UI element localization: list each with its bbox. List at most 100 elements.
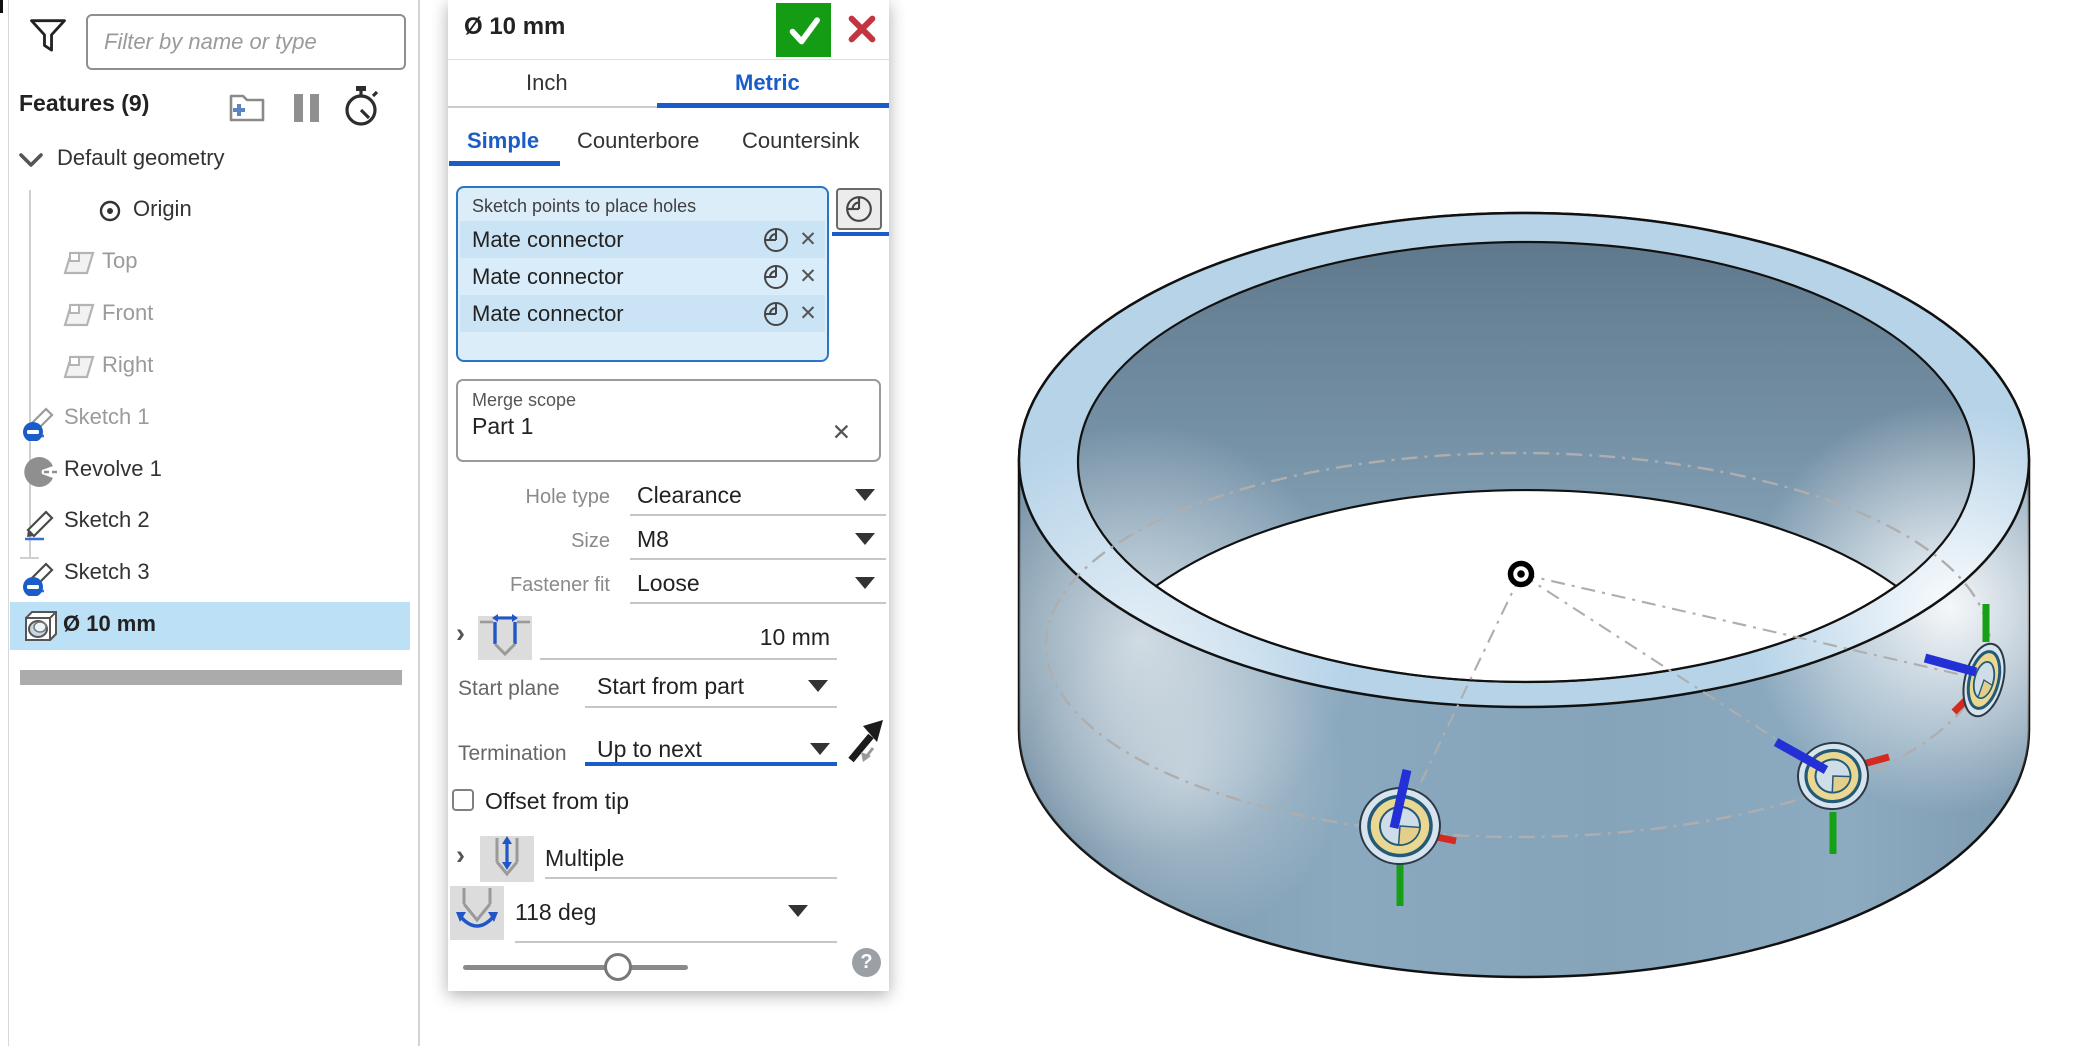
selection-row-label: Mate connector — [472, 300, 624, 326]
selection-row-mate-connector[interactable]: Mate connector ✕ — [460, 295, 825, 332]
tree-item-top-plane[interactable]: Top — [0, 237, 420, 287]
hole-feature-icon — [25, 611, 57, 641]
tree-item-label: Revolve 1 — [64, 456, 162, 481]
tip-angle-select[interactable]: 118 deg — [515, 899, 596, 926]
field-underline — [585, 706, 837, 708]
field-underline — [540, 658, 837, 660]
mate-connector-mode-underline — [832, 232, 889, 236]
dropdown-caret-icon[interactable] — [855, 533, 875, 545]
tab-counterbore[interactable]: Counterbore — [577, 128, 699, 154]
tree-item-default-geometry[interactable]: Default geometry — [0, 134, 420, 184]
tree-item-label: Sketch 1 — [64, 404, 150, 429]
merge-scope-field[interactable]: Merge scope Part 1 ✕ — [456, 379, 881, 462]
origin-icon — [99, 200, 121, 222]
selection-list-label: Sketch points to place holes — [472, 196, 697, 216]
sketch-icon — [25, 510, 54, 541]
dropdown-caret-icon[interactable] — [810, 743, 830, 755]
check-icon — [789, 17, 820, 45]
active-tab-underline — [449, 161, 560, 166]
tab-metric[interactable]: Metric — [735, 70, 800, 96]
expand-chevron-icon[interactable]: › — [456, 840, 465, 871]
tree-item-label: Sketch 2 — [64, 507, 150, 532]
selection-row-mate-connector[interactable]: Mate connector ✕ — [460, 258, 825, 295]
selection-row-label: Mate connector — [472, 226, 624, 252]
dropdown-caret-icon[interactable] — [788, 905, 808, 917]
window-corner-tick — [0, 0, 3, 13]
size-label: Size — [571, 530, 610, 552]
dropdown-caret-icon[interactable] — [855, 577, 875, 589]
selection-row-mate-connector[interactable]: Mate connector ✕ — [460, 221, 825, 258]
origin-marker[interactable] — [1507, 560, 1535, 588]
tree-item-sketch1[interactable]: Sketch 1 — [0, 393, 420, 443]
x-icon — [848, 15, 876, 43]
mate-connector-icon — [764, 301, 788, 326]
termination-label: Termination — [458, 742, 567, 765]
start-plane-label: Start plane — [458, 677, 560, 700]
flip-direction-icon[interactable] — [843, 716, 887, 768]
ring-part[interactable] — [925, 211, 2086, 979]
expand-chevron-icon[interactable]: › — [456, 618, 465, 649]
tree-item-label: Right — [102, 352, 154, 377]
tree-item-sketch2[interactable]: Sketch 2 — [0, 496, 420, 546]
tab-simple[interactable]: Simple — [467, 128, 539, 154]
tree-item-label: Front — [102, 300, 154, 325]
tree-item-label: Ø 10 mm — [63, 611, 156, 636]
drill-tip-angle-icon — [450, 886, 504, 940]
size-select[interactable]: M8 — [637, 526, 669, 553]
tree-item-label: Top — [102, 248, 138, 273]
offset-from-tip-checkbox[interactable] — [452, 789, 474, 811]
active-tab-underline — [657, 103, 889, 108]
remove-selection-button[interactable]: ✕ — [791, 227, 825, 252]
cancel-button[interactable] — [843, 11, 881, 47]
remove-merge-scope-button[interactable]: ✕ — [832, 419, 851, 446]
filter-input[interactable] — [86, 14, 406, 70]
remove-selection-button[interactable]: ✕ — [791, 301, 825, 326]
field-underline-active — [585, 762, 837, 766]
hole-placement-selection-list[interactable]: Sketch points to place holes Mate connec… — [456, 186, 829, 362]
suppress-pause-icon[interactable] — [290, 92, 324, 124]
fastener-fit-select[interactable]: Loose — [637, 570, 700, 597]
tree-item-right-plane[interactable]: Right — [0, 341, 420, 391]
field-underline — [630, 558, 886, 560]
opacity-slider-track[interactable] — [463, 965, 688, 970]
field-underline — [515, 941, 837, 943]
hole-type-label: Hole type — [525, 486, 611, 508]
hole-depth-icon — [478, 614, 532, 660]
multiple-label[interactable]: Multiple — [545, 845, 624, 872]
rollback-bar[interactable] — [20, 670, 402, 685]
mate-connector-mode-button[interactable] — [836, 188, 882, 230]
tree-item-front-plane[interactable]: Front — [0, 289, 420, 339]
termination-select[interactable]: Up to next — [597, 736, 702, 763]
plane-icon — [63, 303, 95, 327]
tree-item-hole-feature[interactable]: Ø 10 mm — [0, 600, 420, 650]
depth-value-field[interactable]: 10 mm — [548, 624, 830, 651]
tree-item-label: Origin — [133, 196, 192, 221]
filter-funnel-icon[interactable] — [28, 16, 68, 56]
remove-selection-button[interactable]: ✕ — [791, 264, 825, 289]
dropdown-caret-icon[interactable] — [855, 489, 875, 501]
chevron-down-icon[interactable] — [17, 150, 45, 170]
tab-underline — [448, 106, 657, 108]
regeneration-timer-icon[interactable] — [338, 84, 384, 128]
start-plane-select[interactable]: Start from part — [597, 673, 744, 700]
sketch-hidden-icon — [23, 562, 54, 596]
help-button[interactable]: ? — [852, 948, 881, 977]
tab-inch[interactable]: Inch — [526, 70, 568, 96]
tree-item-label: Default geometry — [57, 145, 225, 170]
tab-countersink[interactable]: Countersink — [742, 128, 859, 154]
field-underline — [545, 877, 837, 879]
opacity-slider-thumb[interactable] — [604, 953, 632, 981]
tree-item-revolve1[interactable]: Revolve 1 — [0, 445, 420, 495]
plane-icon — [63, 251, 95, 275]
field-underline — [630, 602, 886, 604]
confirm-button[interactable] — [776, 3, 831, 57]
new-folder-icon[interactable] — [225, 90, 269, 124]
tree-item-sketch3[interactable]: Sketch 3 — [0, 548, 420, 598]
tree-item-origin[interactable]: Origin — [0, 185, 420, 235]
dropdown-caret-icon[interactable] — [808, 680, 828, 692]
features-header: Features (9) — [19, 90, 150, 116]
feature-tree-panel: Features (9) Default geometry Origin — [0, 0, 420, 1046]
multiple-depth-icon — [480, 836, 534, 882]
merge-scope-label: Merge scope — [472, 390, 577, 410]
hole-type-select[interactable]: Clearance — [637, 482, 742, 509]
